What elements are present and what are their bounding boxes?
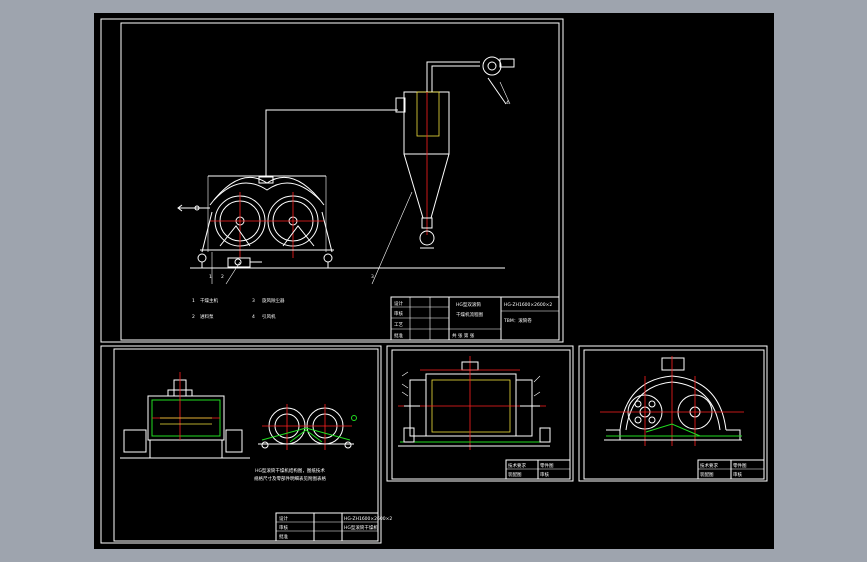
- svg-text:审核: 审核: [733, 471, 742, 478]
- svg-text:干燥主机: 干燥主机: [200, 297, 218, 304]
- svg-text:引风机: 引风机: [262, 313, 276, 320]
- assembly-note-1: HG型滚筒干燥机结构图，图纸技术: [255, 467, 325, 474]
- cad-viewport[interactable]: 1 2 3 4 1 干燥主机 3 旋风除尘器 2 进料泵 4 引风机 设计 审核…: [0, 0, 867, 562]
- svg-text:审核: 审核: [540, 471, 549, 478]
- svg-text:零件图: 零件图: [540, 462, 554, 469]
- drawing-number: HG-ZH1600×2600×2: [504, 302, 552, 308]
- svg-text:4: 4: [252, 314, 255, 320]
- svg-text:2: 2: [192, 314, 195, 320]
- svg-text:HG型滚筒干燥机: HG型滚筒干燥机: [344, 524, 378, 531]
- svg-text:技术要求: 技术要求: [508, 462, 526, 469]
- svg-text:设计: 设计: [394, 300, 403, 307]
- svg-text:1: 1: [192, 298, 195, 304]
- drawing-title-line1: HG型双滚筒: [456, 301, 481, 308]
- svg-text:设计: 设计: [279, 515, 288, 522]
- svg-text:批准: 批准: [394, 332, 403, 339]
- drawing-canvas: 1 2 3 4 1 干燥主机 3 旋风除尘器 2 进料泵 4 引风机 设计 审核…: [94, 13, 774, 549]
- model-space: [94, 13, 774, 549]
- svg-text:TBM：滚筒卷: TBM：滚筒卷: [503, 317, 532, 324]
- svg-text:装配图: 装配图: [508, 471, 522, 478]
- drawing-title-line2: 干燥机流程图: [456, 311, 483, 318]
- svg-text:3: 3: [252, 298, 255, 304]
- callout-4: 4: [506, 100, 509, 106]
- callout-2: 2: [221, 274, 224, 280]
- callout-3: 3: [371, 274, 374, 280]
- svg-text:装配图: 装配图: [700, 471, 714, 478]
- svg-text:审核: 审核: [279, 524, 288, 531]
- svg-text:HG-ZH1600×2600×2: HG-ZH1600×2600×2: [344, 516, 392, 522]
- svg-text:零件图: 零件图: [733, 462, 747, 469]
- callout-1: 1: [209, 274, 212, 280]
- svg-text:进料泵: 进料泵: [200, 313, 214, 320]
- svg-text:旋风除尘器: 旋风除尘器: [262, 297, 285, 304]
- assembly-note-2: 规格尺寸及零部件明细表见附图表格: [254, 475, 326, 482]
- svg-text:工艺: 工艺: [394, 322, 403, 328]
- svg-text:批准: 批准: [279, 533, 288, 540]
- svg-text:技术要求: 技术要求: [700, 462, 718, 469]
- svg-text:审核: 审核: [394, 310, 403, 317]
- svg-text:共 张 第 张: 共 张 第 张: [452, 332, 475, 339]
